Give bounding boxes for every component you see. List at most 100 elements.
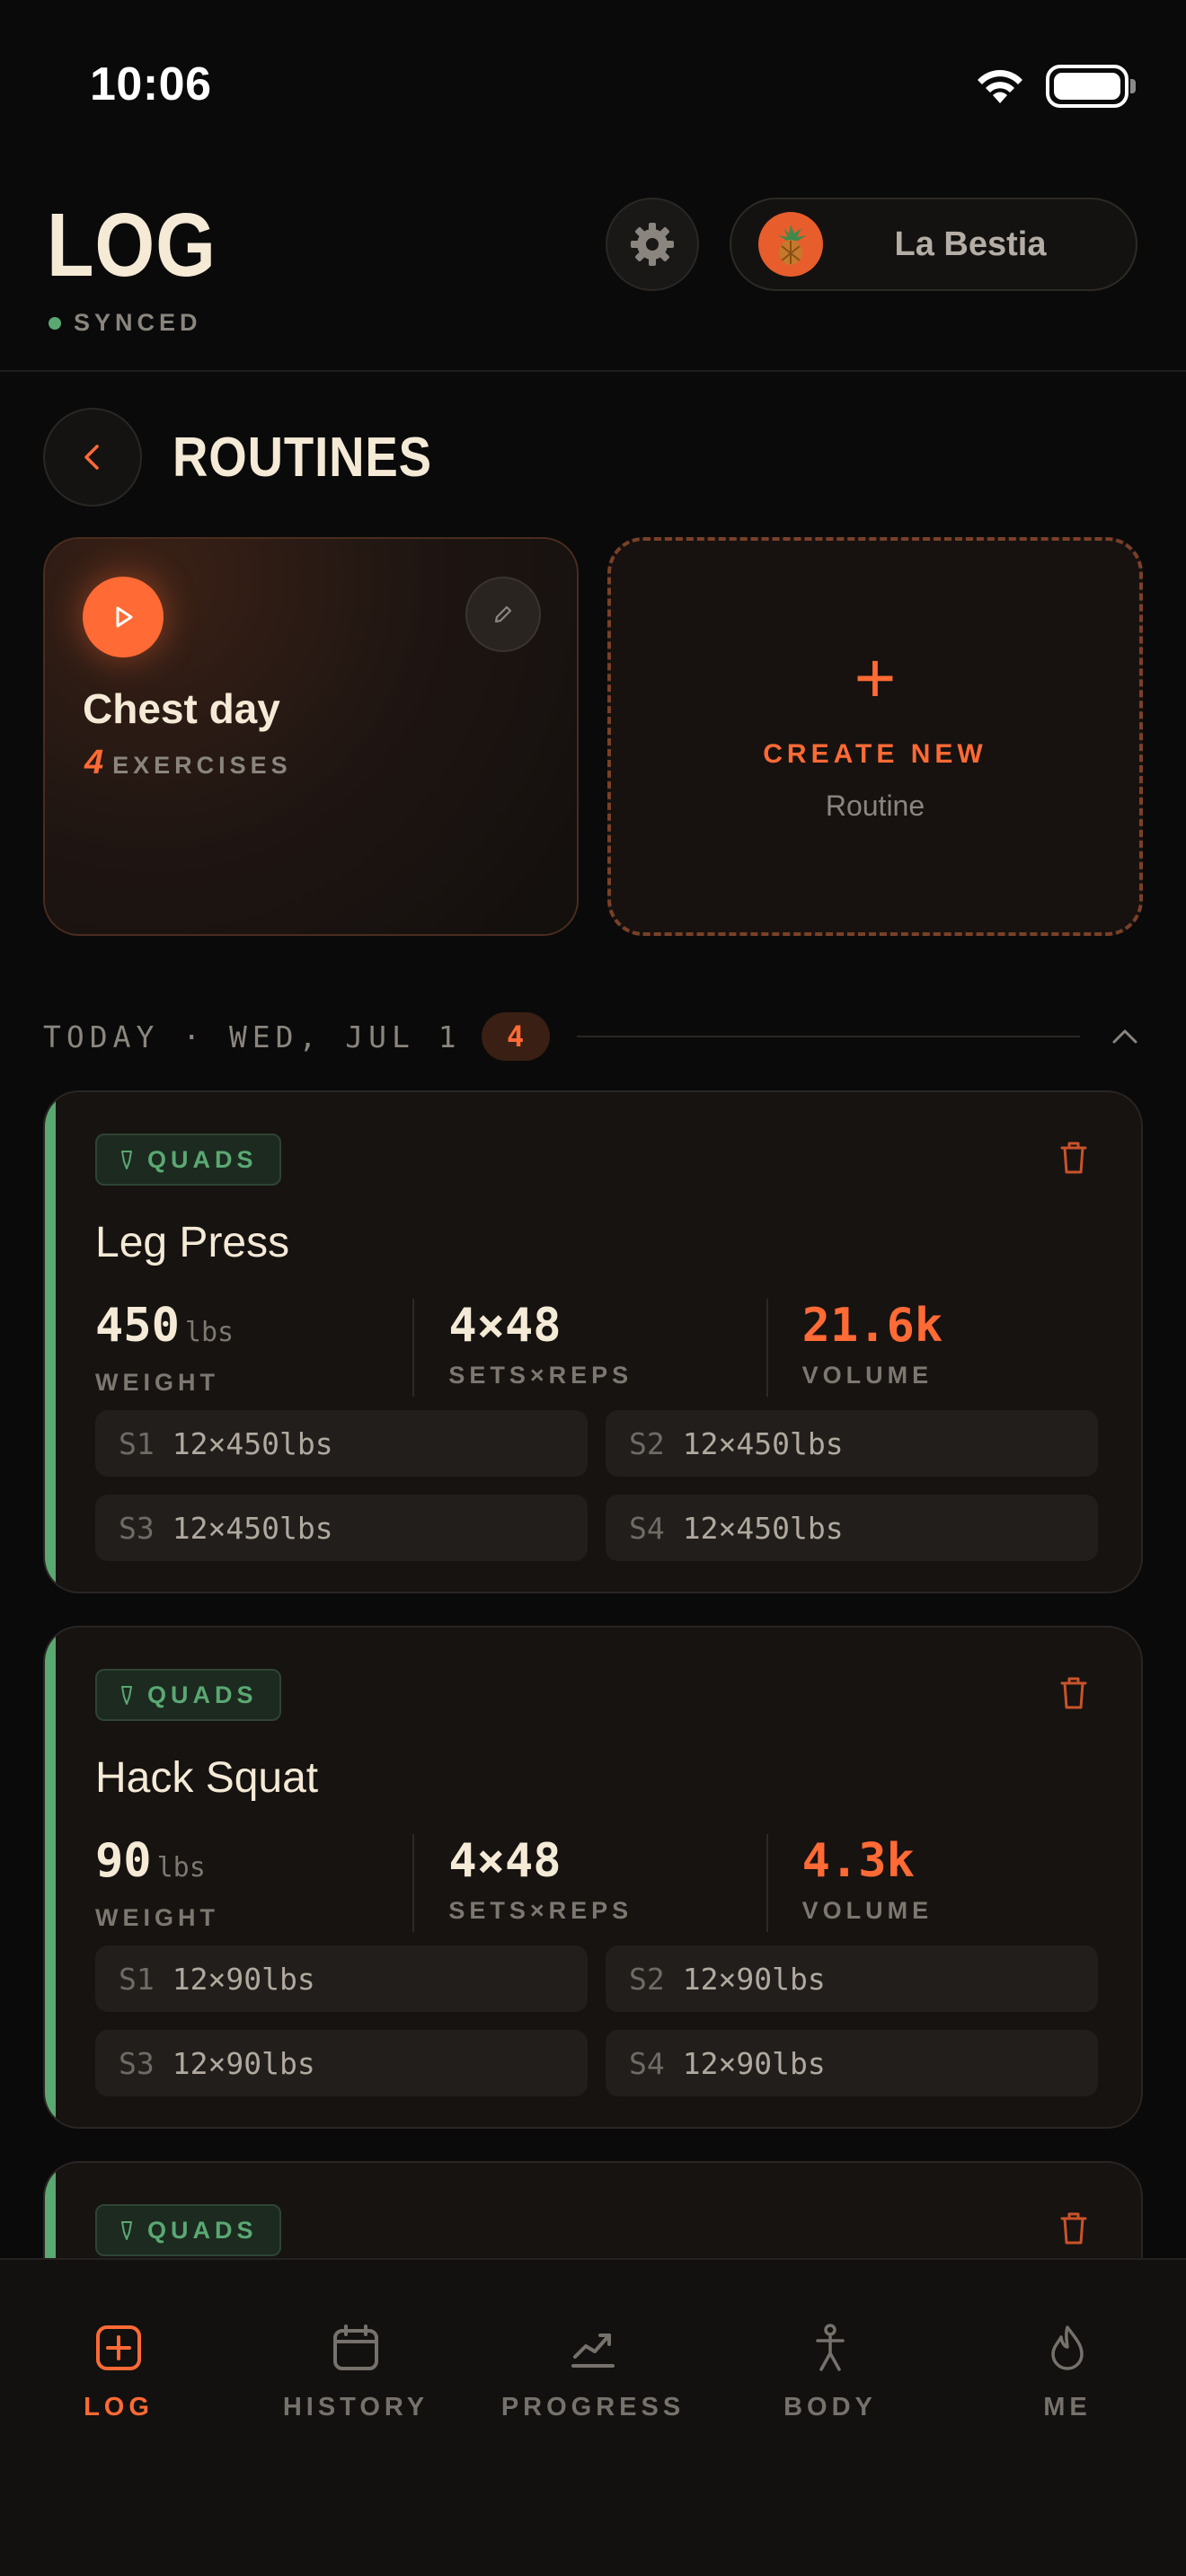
tab-bar: LOG HISTORY PROGRESS BODY ME (0, 2258, 1186, 2576)
set-value: 12×90lbs (172, 2045, 315, 2081)
set-id: S1 (119, 1961, 155, 1997)
set-chip[interactable]: S2 12×90lbs (606, 1945, 1098, 2012)
weight-unit: lbs (156, 1852, 206, 1883)
tab-history[interactable]: HISTORY (237, 2323, 474, 2422)
wifi-icon (978, 70, 1022, 103)
muscle-accent-bar (45, 1092, 56, 1592)
today-header: TODAY · WED, JUL 1 4 (43, 1011, 1143, 1062)
sets-reps-stat: 4×48 SETS×REPS (412, 1299, 766, 1397)
volume-stat: 21.6k VOLUME (766, 1299, 1120, 1397)
set-chip[interactable]: S3 12×450lbs (95, 1495, 588, 1561)
status-icons (974, 65, 1136, 108)
weight-value: 450 (95, 1299, 180, 1353)
plus-icon: + (854, 637, 897, 718)
status-time: 10:06 (90, 58, 212, 110)
exercise-stats: 450 lbs WEIGHT 4×48 SETS×REPS 21.6k VOLUM… (95, 1299, 1120, 1397)
volume-value: 4.3k (801, 1834, 915, 1888)
set-id: S3 (119, 2045, 155, 2081)
edit-routine-button[interactable] (465, 577, 541, 652)
sync-dot-icon (49, 316, 61, 330)
create-routine-label: CREATE NEW (763, 738, 987, 769)
set-value: 12×90lbs (682, 2045, 826, 2081)
profile-button[interactable]: La Bestia (730, 198, 1137, 291)
delete-exercise-button[interactable] (1057, 1674, 1091, 1712)
settings-button[interactable] (606, 198, 699, 291)
set-chip[interactable]: S4 12×450lbs (606, 1495, 1098, 1561)
exercise-name: Hack Squat (95, 1754, 319, 1802)
tab-label: HISTORY (282, 2393, 429, 2422)
set-value: 12×450lbs (682, 1510, 844, 1546)
page-title: LOG (47, 195, 217, 296)
exercise-card[interactable]: QUADS Leg Press 450 lbs WEIGHT 4×48 SETS×… (43, 1090, 1143, 1593)
delete-exercise-button[interactable] (1057, 2210, 1091, 2247)
sets-reps-label: SETS×REPS (448, 1897, 633, 1924)
weight-unit: lbs (184, 1317, 235, 1348)
weight-label: WEIGHT (95, 1904, 219, 1931)
calendar-icon (333, 2325, 378, 2370)
set-id: S1 (119, 1425, 155, 1461)
person-icon (816, 2324, 845, 2371)
set-value: 12×90lbs (682, 1961, 826, 1997)
set-list: S1 12×90lbs S2 12×90lbs S3 12×90lbs S4 12×90… (95, 1945, 1098, 2096)
avatar (758, 212, 823, 277)
set-chip[interactable]: S4 12×90lbs (606, 2030, 1098, 2096)
routines-title: ROUTINES (173, 427, 432, 489)
muscle-tag: QUADS (95, 1669, 281, 1721)
set-id: S4 (629, 1510, 665, 1546)
play-icon (116, 606, 133, 628)
start-routine-button[interactable] (83, 577, 164, 657)
tab-body[interactable]: BODY (712, 2323, 949, 2422)
set-value: 12×450lbs (172, 1425, 333, 1461)
volume-label: VOLUME (801, 1362, 934, 1389)
set-id: S2 (629, 1961, 665, 1997)
set-id: S4 (629, 2045, 665, 2081)
delete-exercise-button[interactable] (1057, 1139, 1091, 1177)
set-list: S1 12×450lbs S2 12×450lbs S3 12×450lbs S4 12… (95, 1410, 1098, 1561)
create-routine-sublabel: Routine (825, 789, 925, 822)
set-chip[interactable]: S1 12×450lbs (95, 1410, 588, 1477)
set-id: S2 (629, 1425, 665, 1461)
tab-label: BODY (783, 2393, 877, 2422)
chevron-left-icon (84, 445, 99, 470)
volume-stat: 4.3k VOLUME (766, 1834, 1120, 1932)
today-divider (576, 1036, 1080, 1037)
sets-reps-stat: 4×48 SETS×REPS (412, 1834, 766, 1932)
muscle-icon (121, 2221, 132, 2240)
flame-icon (1051, 2325, 1084, 2370)
tab-log[interactable]: LOG (0, 2323, 237, 2422)
routine-count-number: 4 (84, 744, 104, 781)
pineapple-icon (778, 225, 807, 265)
weight-stat: 450 lbs WEIGHT (95, 1299, 412, 1397)
chevron-up-icon[interactable] (1107, 1019, 1143, 1054)
weight-value: 90 (95, 1834, 152, 1888)
routine-exercise-count: 4 EXERCISES (84, 744, 292, 782)
sets-reps-value: 4×48 (448, 1299, 562, 1353)
trend-chart-icon (571, 2333, 615, 2368)
set-chip[interactable]: S3 12×90lbs (95, 2030, 588, 2096)
exercise-card[interactable]: QUADS Hack Squat 90 lbs WEIGHT 4×48 SETS×… (43, 1626, 1143, 2129)
set-chip[interactable]: S2 12×450lbs (606, 1410, 1098, 1477)
muscle-tag-label: QUADS (147, 2216, 258, 2244)
today-count-badge: 4 (481, 1012, 550, 1061)
tab-me[interactable]: ME (949, 2323, 1186, 2422)
muscle-tag-label: QUADS (147, 1145, 258, 1173)
create-routine-button[interactable]: + CREATE NEW Routine (607, 537, 1143, 936)
routine-card[interactable]: Chest day 4 EXERCISES (43, 537, 579, 936)
set-chip[interactable]: S1 12×90lbs (95, 1945, 588, 2012)
sets-reps-value: 4×48 (448, 1834, 562, 1888)
muscle-tag: QUADS (95, 1134, 281, 1186)
set-value: 12×450lbs (682, 1425, 844, 1461)
exercise-name: Leg Press (95, 1219, 290, 1266)
sync-status-label: SYNCED (74, 309, 202, 336)
set-value: 12×90lbs (172, 1961, 315, 1997)
profile-name: La Bestia (894, 225, 1047, 263)
today-label: TODAY · WED, JUL 1 (43, 1019, 462, 1054)
exercise-stats: 90 lbs WEIGHT 4×48 SETS×REPS 4.3k VOLUME (95, 1834, 1120, 1932)
weight-label: WEIGHT (95, 1369, 219, 1396)
weight-stat: 90 lbs WEIGHT (95, 1834, 412, 1932)
muscle-accent-bar (45, 1628, 56, 2127)
back-button[interactable] (43, 408, 142, 507)
muscle-icon (121, 1686, 132, 1705)
volume-label: VOLUME (801, 1897, 934, 1924)
tab-progress[interactable]: PROGRESS (474, 2323, 712, 2422)
